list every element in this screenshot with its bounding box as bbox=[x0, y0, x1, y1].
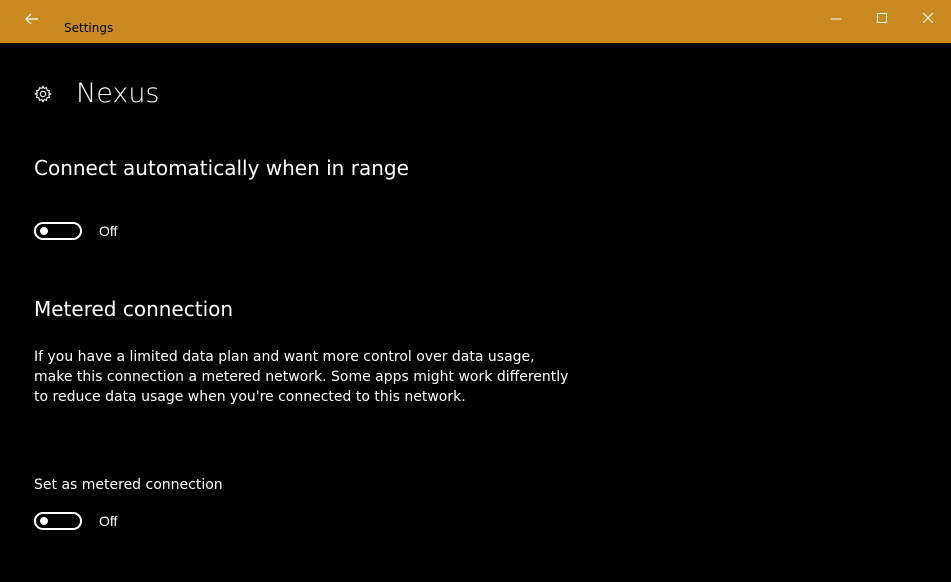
back-button[interactable] bbox=[0, 0, 64, 43]
auto-connect-heading: Connect automatically when in range bbox=[34, 156, 409, 180]
minimize-icon bbox=[831, 18, 841, 20]
maximize-icon bbox=[877, 13, 887, 23]
metered-toggle-state: Off bbox=[99, 513, 118, 529]
metered-setting-label: Set as metered connection bbox=[34, 477, 223, 493]
auto-connect-toggle-state: Off bbox=[99, 223, 118, 239]
toggle-knob bbox=[40, 517, 48, 525]
metered-description: If you have a limited data plan and want… bbox=[34, 349, 569, 405]
metered-toggle-row: Off bbox=[34, 512, 117, 530]
gear-icon bbox=[34, 84, 52, 103]
minimize-button[interactable] bbox=[813, 0, 859, 43]
toggle-knob bbox=[40, 227, 48, 235]
metered-toggle[interactable] bbox=[34, 512, 82, 530]
metered-heading: Metered connection bbox=[34, 297, 234, 321]
close-icon bbox=[922, 12, 934, 24]
close-button[interactable] bbox=[905, 0, 951, 43]
window-title: Settings bbox=[64, 20, 114, 35]
window-controls bbox=[813, 0, 951, 43]
title-bar: Settings bbox=[0, 0, 951, 43]
settings-window: Settings Nexus Connect automatically whe… bbox=[0, 0, 951, 582]
auto-connect-toggle[interactable] bbox=[34, 222, 82, 240]
page-title: Nexus bbox=[76, 78, 160, 109]
back-arrow-icon bbox=[25, 13, 38, 25]
maximize-button[interactable] bbox=[859, 0, 905, 43]
auto-connect-toggle-row: Off bbox=[34, 222, 117, 240]
page-header: Nexus bbox=[34, 78, 160, 109]
